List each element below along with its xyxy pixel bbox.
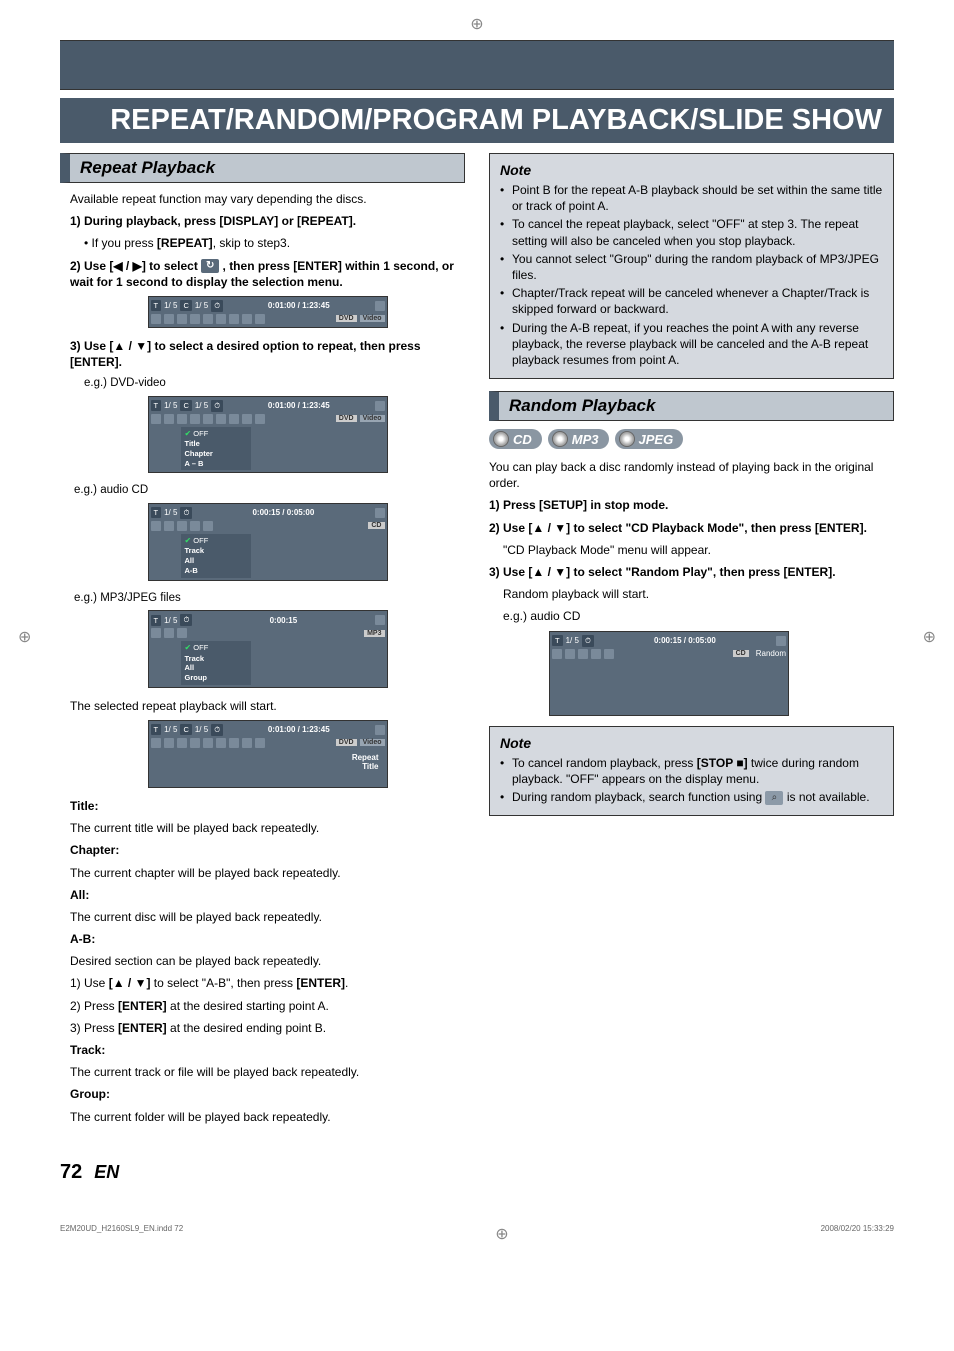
random-step-3-sub1: Random playback will start. (489, 586, 894, 602)
badge-cd: CD (489, 429, 542, 449)
random-step-1: 1) Press [SETUP] in stop mode. (489, 497, 894, 513)
osd-display-repeat-title: T1/ 5 C1/ 5 ⏱ 0:01:00 / 1:23:45 DVDVideo… (148, 720, 388, 788)
osd-display-random: T1/ 5 ⏱ 0:00:15 / 0:05:00 CD Random (549, 631, 789, 716)
step-3: 3) Use [▲ / ▼] to select a desired optio… (70, 338, 465, 370)
badge-mp3: MP3 (548, 429, 609, 449)
selected-start: The selected repeat playback will start. (70, 698, 465, 714)
footer-filename: E2M20UD_H2160SL9_EN.indd 72 (60, 1224, 183, 1244)
note1-item: During the A-B repeat, if you reaches th… (500, 320, 883, 369)
header-bar (60, 40, 894, 90)
osd-display-basic: T1/ 5 C1/ 5 ⏱ 0:01:00 / 1:23:45 DVDVideo (148, 296, 388, 328)
def-chapter-h: Chapter: (70, 842, 465, 858)
def-all-t: The current disc will be played back rep… (70, 909, 465, 925)
def-chapter-t: The current chapter will be played back … (70, 865, 465, 881)
step-1-note: • If you press [REPEAT], skip to step3. (70, 235, 465, 251)
eg-mp3: e.g.) MP3/JPEG files (74, 591, 465, 607)
def-title-t: The current title will be played back re… (70, 820, 465, 836)
def-ab-t: Desired section can be played back repea… (70, 953, 465, 969)
disc-icon (493, 431, 509, 447)
section-repeat-playback: Repeat Playback (60, 153, 465, 183)
osd-display-mp3-menu: T1/ 5 ⏱ 0:00:15 MP3 ✔ OFF Track All Grou… (148, 610, 388, 688)
random-step-3-sub2: e.g.) audio CD (489, 608, 894, 624)
footer-metadata: E2M20UD_H2160SL9_EN.indd 72 ⊕ 2008/02/20… (60, 1224, 894, 1244)
random-step-2: 2) Use [▲ / ▼] to select "CD Playback Mo… (489, 520, 894, 536)
note-2-title: Note (500, 735, 883, 751)
osd-display-dvd-menu: T1/ 5 C1/ 5 ⏱ 0:01:00 / 1:23:45 DVDVideo… (148, 396, 388, 474)
intro-text: Available repeat function may vary depen… (70, 191, 465, 207)
page-number: 72EN (60, 1161, 894, 1184)
step-2: 2) Use [◀ / ▶] to select ↻ , then press … (70, 258, 465, 290)
badge-jpeg: JPEG (615, 429, 684, 449)
random-intro: You can play back a disc randomly instea… (489, 459, 894, 491)
note2-item: To cancel random playback, press [STOP ■… (500, 755, 883, 787)
def-track-t: The current track or file will be played… (70, 1064, 465, 1080)
def-ab-3: 3) Press [ENTER] at the desired ending p… (70, 1020, 465, 1036)
note-box-2: Note To cancel random playback, press [S… (489, 726, 894, 817)
page-container: REPEAT/RANDOM/PROGRAM PLAYBACK/SLIDE SHO… (0, 0, 954, 1274)
repeat-icon: ↻ (201, 259, 219, 273)
def-track-h: Track: (70, 1042, 465, 1058)
random-step-2-sub: "CD Playback Mode" menu will appear. (489, 542, 894, 558)
media-badges: CD MP3 JPEG (489, 429, 894, 449)
def-ab-2: 2) Press [ENTER] at the desired starting… (70, 998, 465, 1014)
random-step-3: 3) Use [▲ / ▼] to select "Random Play", … (489, 564, 894, 580)
footer-timestamp: 2008/02/20 15:33:29 (821, 1224, 894, 1244)
eg-dvd: e.g.) DVD-video (84, 376, 465, 392)
note1-item: Chapter/Track repeat will be canceled wh… (500, 285, 883, 317)
right-column: Note Point B for the repeat A-B playback… (489, 153, 894, 1131)
section-random-playback: Random Playback (489, 391, 894, 421)
note1-item: To cancel the repeat playback, select "O… (500, 216, 883, 248)
crop-mark-bottom-icon: ⊕ (495, 1224, 508, 1244)
eg-cd: e.g.) audio CD (74, 483, 465, 499)
note-1-title: Note (500, 162, 883, 178)
def-all-h: All: (70, 887, 465, 903)
def-ab-1: 1) Use [▲ / ▼] to select "A-B", then pre… (70, 975, 465, 991)
note2-item: During random playback, search function … (500, 789, 883, 805)
osd-display-cd-menu: T1/ 5 ⏱ 0:00:15 / 0:05:00 CD ✔ OFF Track… (148, 503, 388, 581)
note1-item: You cannot select "Group" during the ran… (500, 251, 883, 283)
step-1: 1) During playback, press [DISPLAY] or [… (70, 213, 465, 229)
disc-icon (619, 431, 635, 447)
def-group-t: The current folder will be played back r… (70, 1109, 465, 1125)
def-ab-h: A-B: (70, 931, 465, 947)
chapter-title: REPEAT/RANDOM/PROGRAM PLAYBACK/SLIDE SHO… (60, 98, 894, 143)
def-title-h: Title: (70, 798, 465, 814)
left-column: Repeat Playback Available repeat functio… (60, 153, 465, 1131)
def-group-h: Group: (70, 1086, 465, 1102)
note-box-1: Note Point B for the repeat A-B playback… (489, 153, 894, 379)
search-icon: ⌕ (765, 791, 783, 805)
note1-item: Point B for the repeat A-B playback shou… (500, 182, 883, 214)
disc-icon (552, 431, 568, 447)
